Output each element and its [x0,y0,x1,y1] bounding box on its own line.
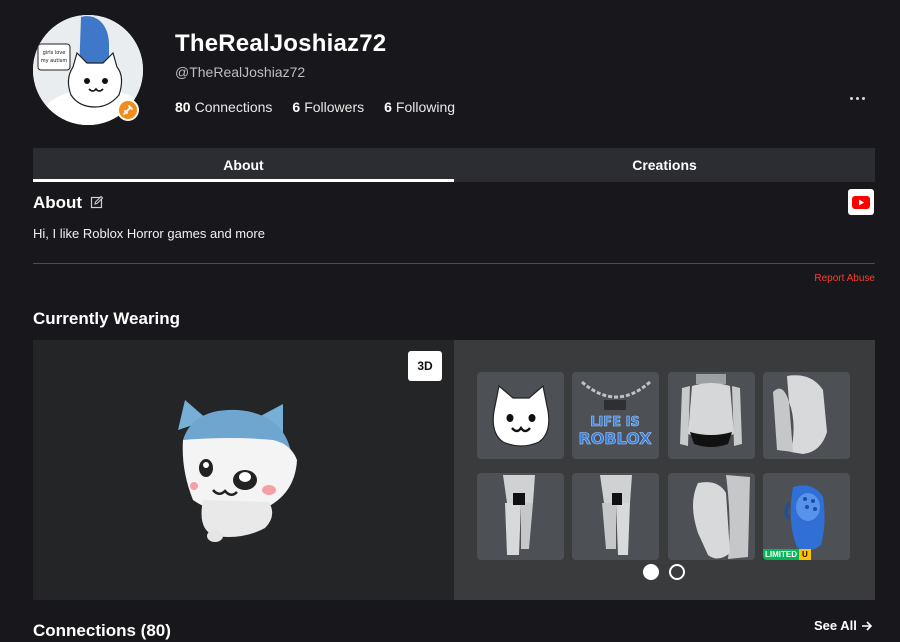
stat-following-label: Following [395,99,456,115]
report-abuse-link[interactable]: Report Abuse [814,273,875,284]
tab-about[interactable]: About [33,148,454,182]
more-options-icon[interactable] [846,88,868,108]
display-name: TheRealJoshiaz72 [175,30,387,57]
youtube-icon[interactable] [848,189,874,215]
premium-badge-icon [117,99,139,121]
worn-item-4[interactable] [763,372,850,459]
limited-badge: LIMITED U [763,549,811,560]
edit-icon[interactable] [90,195,104,214]
left-leg-icon [503,475,535,555]
stat-connections-value: 80 [175,99,191,115]
stat-followers-value: 6 [292,99,301,115]
view-3d-toggle-button[interactable]: 3D [408,351,442,381]
worn-item-1[interactable] [477,372,564,459]
worn-item-8[interactable]: LIMITED U [763,473,850,560]
items-pager [643,564,685,580]
see-all-label: See All [814,618,857,633]
svg-text:my autism: my autism [41,58,68,64]
stat-following[interactable]: 6 Following [384,99,455,115]
blue-clog-icon [784,485,825,551]
avatar-3d-render [178,400,297,542]
username: @TheRealJoshiaz72 [175,64,306,80]
pager-dot-1[interactable] [643,564,659,580]
svg-text:ROBLOX: ROBLOX [578,429,652,448]
worn-item-6[interactable] [572,473,659,560]
stat-connections-label: Connections [194,99,273,115]
worn-item-5[interactable] [477,473,564,560]
svg-text:girls love: girls love [43,50,66,56]
stat-connections[interactable]: 80 Connections [175,99,272,115]
limited-unique-marker: U [799,549,811,560]
left-arm-icon [693,475,750,559]
tab-creations[interactable]: Creations [454,148,875,182]
about-heading: About [33,193,83,212]
torso-underwear-icon [680,374,742,447]
see-all-connections-link[interactable]: See All [814,618,873,633]
profile-stats: 80 Connections 6 Followers 6 Following [175,99,455,115]
stat-followers[interactable]: 6 Followers [292,99,364,115]
profile-tabs: About Creations [33,148,875,182]
profile-avatar[interactable]: girls love my autism [33,15,143,125]
life-is-roblox-chain-icon: LIFE IS ROBLOX [578,380,653,448]
worn-items-grid: LIFE IS ROBLOX LIMITED U [454,340,875,600]
stat-followers-label: Followers [304,99,365,115]
stat-following-value: 6 [384,99,392,115]
svg-text:LIFE IS: LIFE IS [590,415,640,430]
avatar-3d-viewer[interactable]: 3D [33,340,454,600]
worn-item-3[interactable] [668,372,755,459]
worn-item-2[interactable]: LIFE IS ROBLOX [572,372,659,459]
about-description: Hi, I like Roblox Horror games and more [33,226,265,241]
cat-face-icon [492,384,550,447]
currently-wearing-heading: Currently Wearing [33,309,181,328]
pager-dot-2[interactable] [669,564,685,580]
about-divider [33,263,875,264]
limited-badge-text: LIMITED [763,549,799,560]
worn-item-7[interactable] [668,473,755,560]
right-arm-icon [773,375,827,454]
connections-heading: Connections (80) [33,621,171,640]
right-leg-icon [600,475,632,555]
arrow-right-icon [861,620,873,631]
